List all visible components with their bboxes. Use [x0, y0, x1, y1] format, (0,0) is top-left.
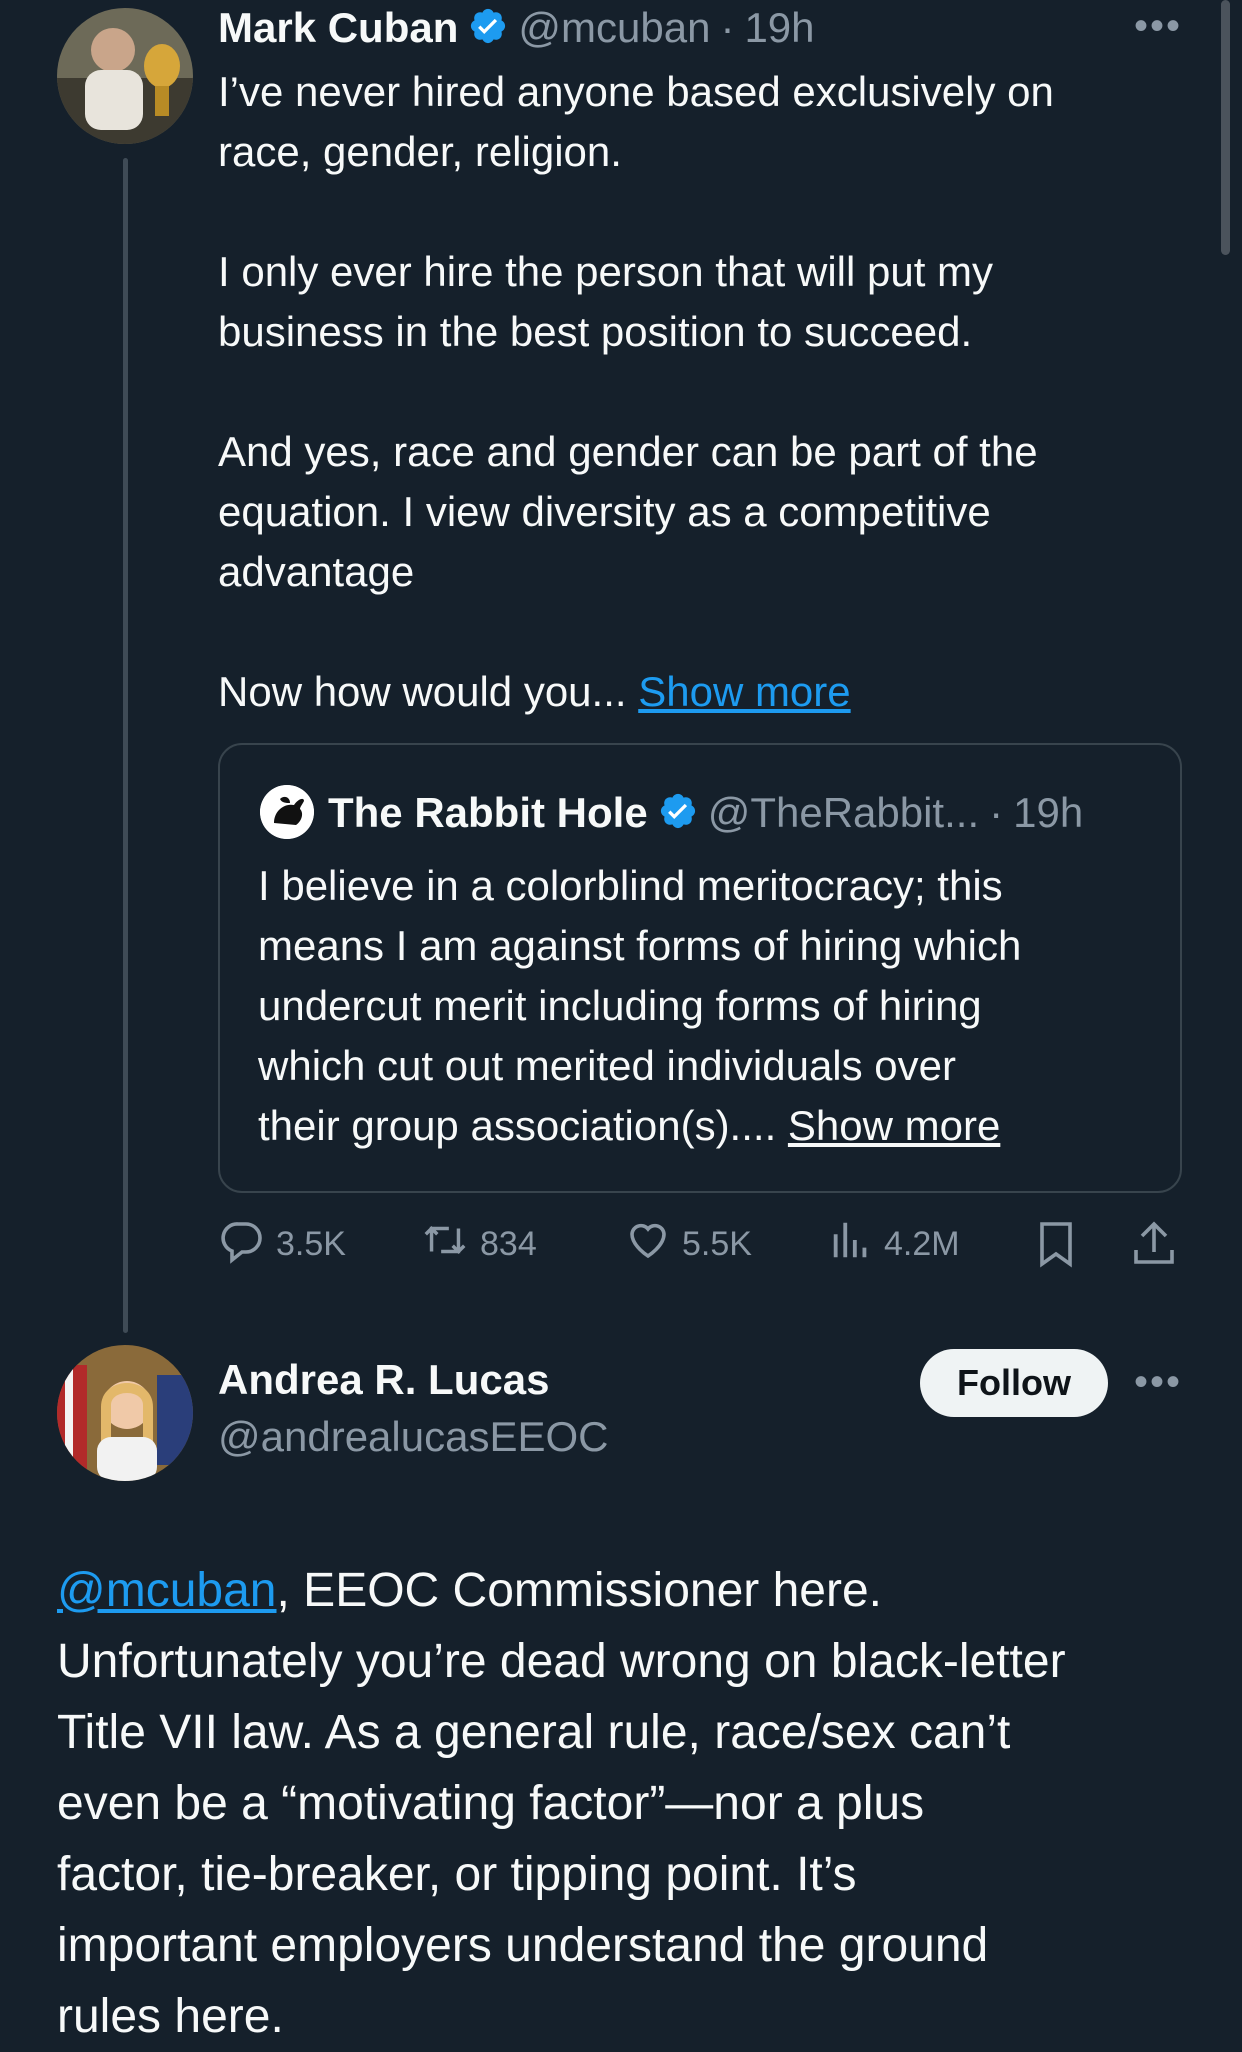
heart-icon — [624, 1216, 682, 1273]
retweet-icon — [420, 1216, 480, 1273]
quote-line: means I am against forms of hiring which — [258, 922, 1022, 969]
scrollbar[interactable] — [1221, 0, 1230, 255]
show-more-link[interactable]: Show more — [638, 668, 850, 715]
tweet-line: I only ever hire the person that will pu… — [218, 248, 994, 295]
timestamp[interactable]: 19h — [744, 4, 814, 52]
reply-line: even be a “motivating factor”—nor a plus — [57, 1777, 925, 1830]
author-name[interactable]: Mark Cuban — [218, 4, 458, 52]
tweet-line: advantage — [218, 548, 415, 595]
quote-author-name[interactable]: The Rabbit Hole — [328, 789, 648, 837]
reply-line: , EEOC Commissioner here. — [276, 1564, 883, 1617]
reply-line: important employers understand the groun… — [57, 1919, 989, 1972]
avatar-rabbit-hole[interactable] — [260, 785, 314, 839]
like-count: 5.5K — [682, 1224, 752, 1263]
share-icon[interactable] — [1130, 1218, 1178, 1275]
reply-author-handle[interactable]: @andrealucasEEOC — [218, 1413, 609, 1461]
quote-line: undercut merit including forms of hiring — [258, 982, 982, 1029]
reply-line: factor, tie-breaker, or tipping point. I… — [57, 1848, 857, 1901]
quote-header: The Rabbit Hole @TheRabbit... · 19h — [328, 784, 1083, 842]
quote-author-handle[interactable]: @TheRabbit... — [708, 789, 979, 837]
follow-button[interactable]: Follow — [920, 1349, 1108, 1417]
retweet-action[interactable]: 834 — [420, 1218, 537, 1270]
reply-icon — [218, 1216, 276, 1273]
quote-show-more-link[interactable]: Show more — [788, 1102, 1000, 1149]
reply-line: Title VII law. As a general rule, race/s… — [57, 1706, 1011, 1759]
like-action[interactable]: 5.5K — [624, 1218, 752, 1270]
quote-text: I believe in a colorblind meritocracy; t… — [258, 856, 1158, 1156]
views-action[interactable]: 4.2M — [828, 1218, 960, 1270]
separator: · — [720, 4, 735, 51]
avatar-andrea-lucas[interactable] — [57, 1345, 193, 1481]
tweet-text: I’ve never hired anyone based exclusivel… — [218, 62, 1178, 722]
tweet-line: business in the best position to succeed… — [218, 308, 973, 355]
tweet-header: Mark Cuban @mcuban · 19h — [218, 0, 815, 56]
tweet-line-last: Now how would you... Show more — [218, 662, 1178, 722]
tweet-line: equation. I view diversity as a competit… — [218, 488, 991, 535]
verified-badge-icon — [468, 6, 508, 51]
tweet-line: I’ve never hired anyone based exclusivel… — [218, 68, 1054, 115]
tweet-line: And yes, race and gender can be part of … — [218, 428, 1038, 475]
reply-count: 3.5K — [276, 1224, 346, 1263]
avatar-mark-cuban[interactable] — [57, 8, 193, 144]
more-icon[interactable]: ••• — [1134, 4, 1182, 49]
reply-line: rules here. — [57, 1990, 284, 2043]
quote-line-last: their group association(s).... Show more — [258, 1096, 1158, 1156]
reply-line: Unfortunately you’re dead wrong on black… — [57, 1635, 1066, 1688]
quote-timestamp[interactable]: 19h — [1013, 789, 1083, 837]
reply-action[interactable]: 3.5K — [218, 1218, 346, 1270]
tweet-line: Now how would you... — [218, 668, 627, 715]
views-count: 4.2M — [884, 1224, 960, 1263]
quote-line: which cut out merited individuals over — [258, 1042, 957, 1089]
quote-line: their group association(s).... — [258, 1102, 777, 1149]
tweet-line: race, gender, religion. — [218, 128, 622, 175]
quote-line: I believe in a colorblind meritocracy; t… — [258, 862, 1003, 909]
reply-line-first: @mcuban, EEOC Commissioner here. — [57, 1555, 1217, 1626]
thread-line — [123, 158, 128, 1333]
views-icon — [828, 1216, 884, 1273]
retweet-count: 834 — [480, 1224, 537, 1263]
reply-author-name[interactable]: Andrea R. Lucas — [218, 1356, 549, 1404]
verified-badge-icon — [658, 791, 698, 836]
reply-text: @mcuban, EEOC Commissioner here. Unfortu… — [57, 1555, 1217, 2052]
mention-link[interactable]: @mcuban — [57, 1564, 277, 1617]
author-handle[interactable]: @mcuban — [518, 4, 710, 52]
separator: · — [989, 789, 1004, 836]
bookmark-icon[interactable] — [1032, 1218, 1080, 1275]
more-icon[interactable]: ••• — [1134, 1360, 1182, 1405]
